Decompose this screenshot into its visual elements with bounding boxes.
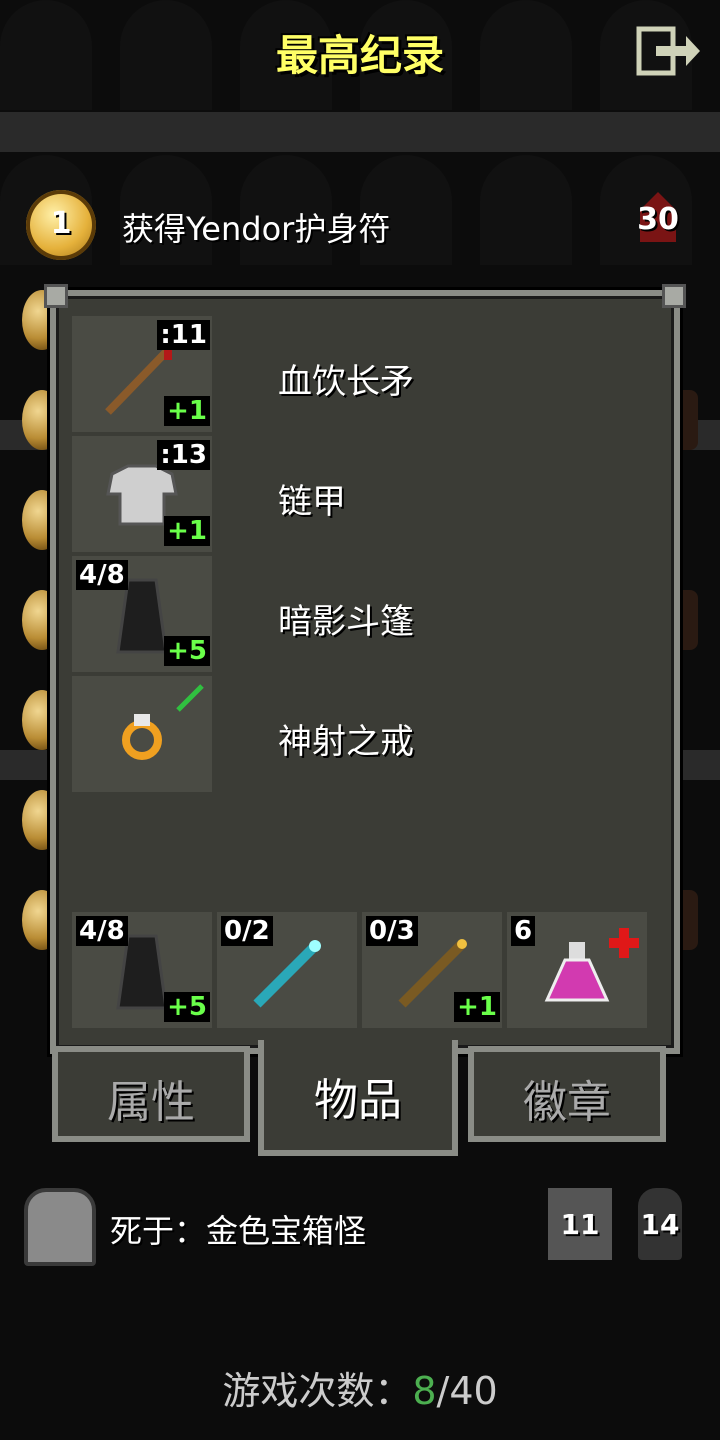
record-depth: 30: [637, 202, 679, 237]
panel-corner: [662, 284, 686, 308]
item-level-badge: :13: [157, 440, 210, 470]
quickslot[interactable]: 0/3 +1: [362, 912, 502, 1028]
games-total: /40: [436, 1369, 498, 1413]
items-panel: :11 +1 血饮长矛 :13 +1 链甲 4/8 +5 暗影斗篷 神射之戒 4…: [44, 284, 686, 1054]
upgrade-badge: +1: [164, 516, 210, 546]
record-rank: 1: [50, 206, 72, 241]
record-row[interactable]: 1 获得Yendor护身符 30: [0, 180, 720, 270]
item-name: 血饮长矛: [278, 362, 414, 402]
item-level-badge: :11: [157, 320, 210, 350]
upgrade-badge: +5: [164, 992, 210, 1022]
quickslot[interactable]: 0/2: [217, 912, 357, 1028]
depth-count: 14: [640, 1208, 680, 1241]
quickslot[interactable]: 6: [507, 912, 647, 1028]
panel-corner: [44, 284, 68, 308]
tab-items-label: 物品: [314, 1075, 402, 1126]
depth-icon: 30: [636, 190, 680, 250]
depth-icon: 14: [638, 1188, 682, 1260]
equipment-slot-weapon[interactable]: :11 +1: [72, 316, 212, 432]
ring-icon: [122, 684, 204, 760]
tab-stats[interactable]: 属性: [52, 1046, 250, 1142]
quickslot[interactable]: 4/8 +5: [72, 912, 212, 1028]
page-title: 最高纪录: [275, 31, 444, 80]
tab-stats-label: 属性: [107, 1077, 195, 1128]
tombstone-icon: [24, 1188, 96, 1266]
tab-badges[interactable]: 徽章: [468, 1046, 666, 1142]
tab-items[interactable]: 物品: [258, 1040, 458, 1156]
upgrade-badge: +1: [164, 396, 210, 426]
equipment-slot-armor[interactable]: :13 +1: [72, 436, 212, 552]
charge-badge: 4/8: [76, 916, 128, 946]
charge-badge: 0/2: [221, 916, 273, 946]
upgrade-badge: +5: [164, 636, 210, 666]
charge-badge: 4/8: [76, 560, 128, 590]
charge-badge: 6: [511, 916, 536, 946]
upgrade-badge: +1: [454, 992, 500, 1022]
games-label: 游戏次数：: [222, 1369, 413, 1413]
item-name: 暗影斗篷: [278, 602, 414, 642]
games-count: 游戏次数：8/40: [0, 1360, 720, 1415]
death-text: 死于：金色宝箱怪: [110, 1212, 367, 1250]
charge-badge: 0/3: [366, 916, 418, 946]
tab-badges-label: 徽章: [523, 1077, 611, 1128]
item-name: 神射之戒: [278, 722, 414, 762]
equipment-slot-artifact[interactable]: 4/8 +5: [72, 556, 212, 672]
record-text: 获得Yendor护身符: [122, 210, 391, 248]
equipment-slot-ring[interactable]: [72, 676, 212, 792]
medal-icon: 1: [26, 190, 96, 260]
badge-count: 11: [560, 1208, 600, 1241]
exit-icon[interactable]: [636, 26, 702, 76]
item-name: 链甲: [278, 482, 346, 522]
games-current: 8: [412, 1369, 437, 1413]
badge-icon: 11: [548, 1188, 612, 1260]
